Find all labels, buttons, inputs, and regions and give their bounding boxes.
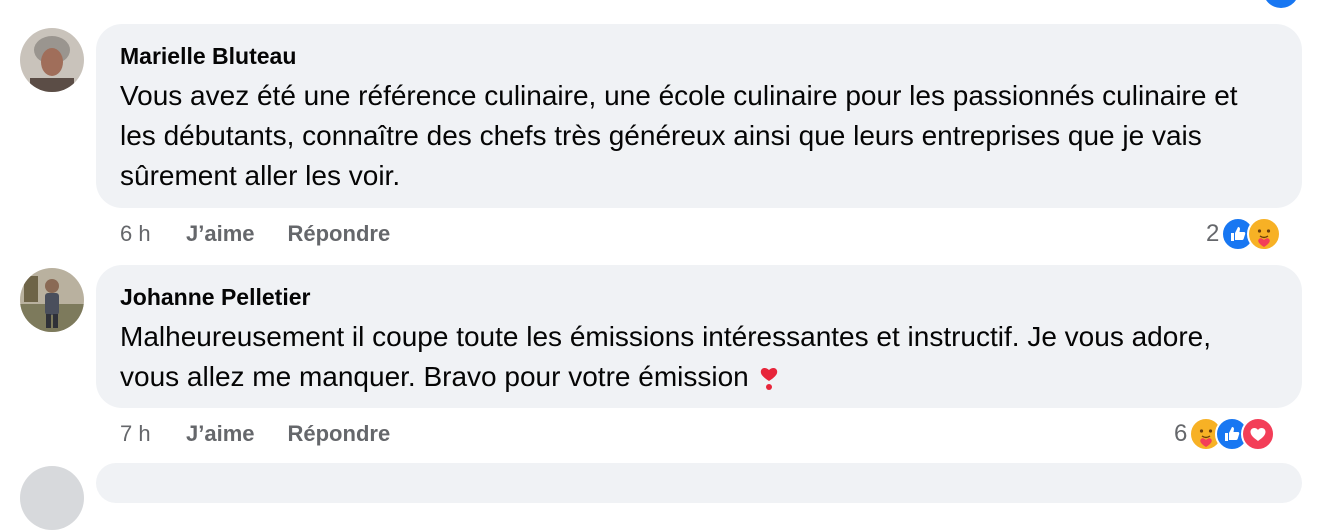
- comment-author[interactable]: Marielle Bluteau: [120, 43, 296, 70]
- reaction-count: 6: [1174, 420, 1188, 447]
- comment-text: Vous avez été une référence culinaire, u…: [120, 80, 1238, 191]
- partial-reaction-icon: [1263, 0, 1299, 8]
- reaction-count: 2: [1206, 220, 1220, 247]
- comment-timestamp[interactable]: 6 h: [120, 221, 186, 247]
- love-icon: [1241, 417, 1276, 451]
- partial-comment-bubble: [96, 463, 1302, 503]
- comment-actions: 7 h J’aime Répondre: [120, 420, 390, 448]
- comment-bubble: Marielle Bluteau Vous avez été une référ…: [96, 24, 1302, 208]
- like-button[interactable]: J’aime: [186, 221, 255, 247]
- reply-button[interactable]: Répondre: [288, 221, 391, 247]
- reply-button[interactable]: Répondre: [288, 421, 391, 447]
- like-button[interactable]: J’aime: [186, 421, 255, 447]
- comment-timestamp[interactable]: 7 h: [120, 421, 186, 447]
- avatar[interactable]: [20, 268, 84, 332]
- comment-author[interactable]: Johanne Pelletier: [120, 284, 310, 311]
- comment-text: Malheureusement il coupe toute les émiss…: [120, 321, 1212, 392]
- comment-actions: 6 h J’aime Répondre: [120, 220, 390, 248]
- reaction-summary[interactable]: 6: [1174, 416, 1276, 452]
- care-icon: [1247, 217, 1282, 251]
- heart-exclamation-icon: [755, 363, 783, 391]
- comment-bubble: Johanne Pelletier Malheureusement il cou…: [96, 265, 1302, 408]
- partial-avatar: [20, 466, 84, 530]
- reaction-summary[interactable]: 2: [1206, 216, 1282, 252]
- partial-comment-above: [325, 0, 333, 4]
- avatar[interactable]: [20, 28, 84, 92]
- comment-text-container: Malheureusement il coupe toute les émiss…: [120, 317, 1270, 397]
